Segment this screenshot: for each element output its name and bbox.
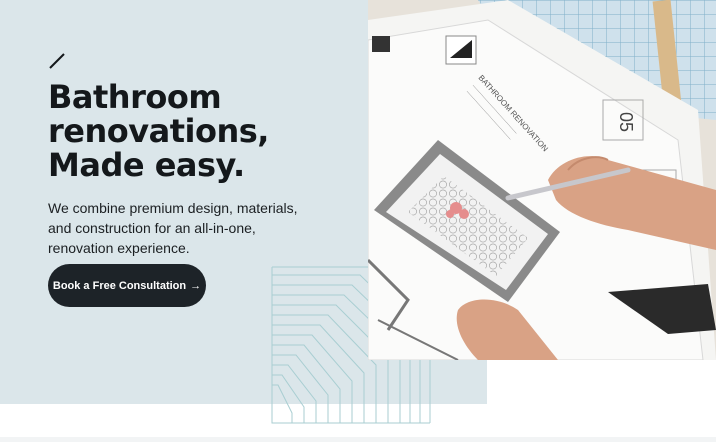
- book-consultation-button[interactable]: Book a Free Consultation →: [48, 264, 206, 307]
- headline-line-3: Made easy.: [48, 146, 245, 184]
- floor-plan-photo-illustration: BATHROOM RENOVATION ————————————— ——————…: [368, 0, 716, 360]
- headline-line-1: Bathroom: [48, 78, 222, 116]
- slash-accent-icon: [49, 53, 65, 69]
- hero-headline: Bathroom renovations, Made easy.: [48, 80, 348, 182]
- arrow-right-icon: →: [190, 279, 202, 292]
- hero-subtext: We combine premium design, materials, an…: [48, 200, 298, 256]
- sheet-number-top: 05: [616, 112, 636, 132]
- cta-label: Book a Free Consultation: [52, 279, 187, 292]
- bottom-divider: [0, 437, 716, 442]
- hero-photo: BATHROOM RENOVATION ————————————— ——————…: [368, 0, 716, 360]
- headline-line-2: renovations,: [48, 112, 269, 150]
